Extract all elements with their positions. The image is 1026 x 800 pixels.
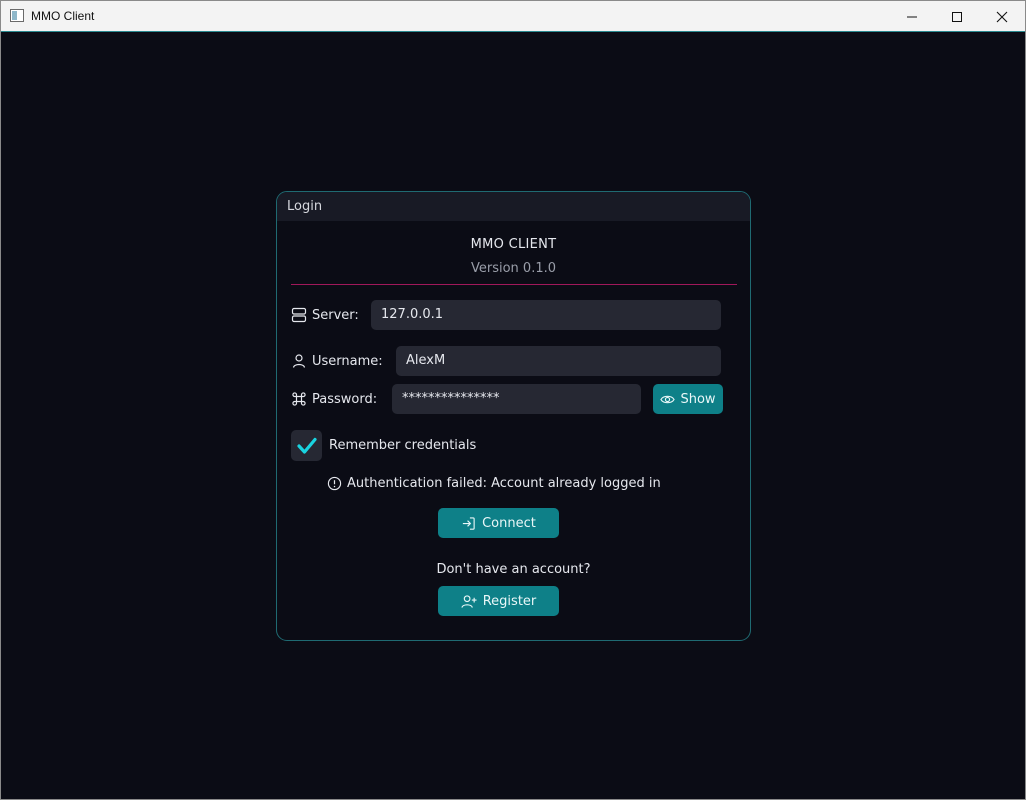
app-icon — [10, 9, 24, 22]
connect-button[interactable]: Connect — [438, 508, 559, 538]
panel-title: Login — [287, 199, 323, 214]
no-account-text: Don't have an account? — [436, 562, 591, 577]
user-icon — [292, 354, 306, 368]
username-label: Username: — [312, 353, 383, 369]
app-window: MMO Client Login MMO CLIENT Version 0.1.… — [0, 0, 1026, 800]
password-label-row: Password: — [291, 391, 377, 407]
alert-circle-icon — [327, 476, 342, 491]
error-message: Authentication failed: Account already l… — [327, 476, 661, 491]
server-label: Server: — [312, 307, 359, 323]
eye-icon — [660, 395, 676, 403]
username-label-row: Username: — [291, 353, 383, 369]
login-icon — [462, 516, 475, 530]
app-name-heading: MMO CLIENT — [470, 237, 557, 252]
password-input[interactable]: *************** — [392, 384, 641, 414]
maximize-icon — [952, 11, 962, 22]
close-icon — [996, 11, 1008, 22]
show-password-button[interactable]: Show — [653, 384, 723, 414]
panel-header: Login — [277, 192, 750, 221]
close-button[interactable] — [979, 1, 1025, 32]
user-plus-icon — [461, 594, 477, 608]
server-icon — [291, 307, 307, 323]
header-divider — [291, 284, 737, 285]
server-input[interactable]: 127.0.0.1 — [371, 300, 721, 330]
command-icon — [292, 392, 306, 406]
show-label: Show — [680, 391, 716, 407]
username-input[interactable]: AlexM — [396, 346, 721, 376]
version-text: Version 0.1.0 — [470, 261, 556, 276]
login-panel: Login MMO CLIENT Version 0.1.0 Server: 1… — [276, 191, 751, 641]
register-label: Register — [482, 593, 537, 609]
connect-label: Connect — [482, 515, 536, 531]
checkmark-icon — [296, 437, 317, 454]
minimize-icon — [907, 16, 917, 17]
client-area: Login MMO CLIENT Version 0.1.0 Server: 1… — [1, 33, 1025, 799]
error-text: Authentication failed: Account already l… — [347, 476, 661, 491]
register-button[interactable]: Register — [438, 586, 559, 616]
remember-label[interactable]: Remember credentials — [329, 438, 476, 453]
window-title: MMO Client — [31, 9, 95, 23]
maximize-button[interactable] — [934, 1, 980, 32]
remember-checkbox[interactable] — [291, 430, 322, 461]
minimize-button[interactable] — [889, 1, 935, 32]
password-label: Password: — [312, 391, 378, 407]
title-bar[interactable]: MMO Client — [1, 1, 1025, 32]
server-label-row: Server: — [291, 307, 359, 323]
